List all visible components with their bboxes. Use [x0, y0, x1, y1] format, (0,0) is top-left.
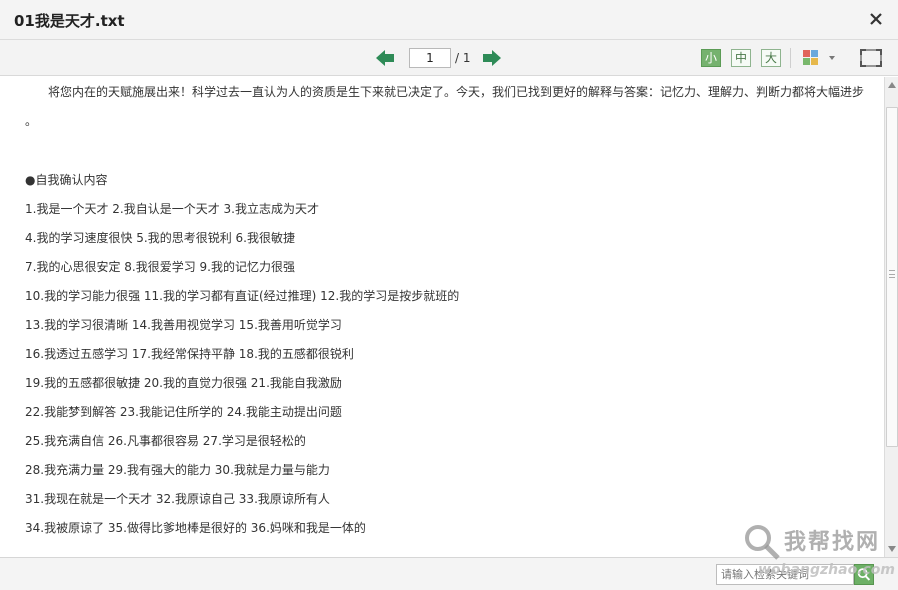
text-line: 16.我透过五感学习 17.我经常保持平静 18.我的五感都很锐利: [25, 347, 354, 361]
page-number-input[interactable]: [409, 48, 451, 68]
grip-icon: [889, 270, 895, 278]
text-line: 34.我被原谅了 35.做得比爹地棒是很好的 36.妈咪和我是一体的: [25, 521, 366, 535]
page-total: / 1: [455, 51, 471, 65]
text-line: 4.我的学习速度很快 5.我的思考很锐利 6.我很敏捷: [25, 231, 295, 245]
intro-line-1: 将您内在的天赋施展出来！科学过去一直认为人的资质是生下来就已决定了。今天，我们已…: [48, 85, 865, 99]
document-content: 将您内在的天赋施展出来！科学过去一直认为人的资质是生下来就已决定了。今天，我们已…: [0, 77, 884, 557]
font-size-small-button[interactable]: 小: [701, 49, 721, 67]
intro-line-2: 。: [25, 114, 38, 128]
search-icon[interactable]: [854, 564, 874, 585]
vertical-scrollbar[interactable]: [884, 77, 898, 557]
text-line: 7.我的心思很安定 8.我很爱学习 9.我的记忆力很强: [25, 260, 295, 274]
text-line: 1.我是一个天才 2.我自认是一个天才 3.我立志成为天才: [25, 202, 319, 216]
title-bar: 01我是天才.txt: [0, 0, 898, 40]
font-size-large-button[interactable]: 大: [761, 49, 781, 67]
color-grid-icon[interactable]: [801, 49, 841, 67]
toolbar: / 1 小 中 大: [0, 40, 898, 76]
text-line: 10.我的学习能力很强 11.我的学习都有直证(经过推理) 12.我的学习是按步…: [25, 289, 460, 303]
font-size-medium-button[interactable]: 中: [731, 49, 751, 67]
document-title: 01我是天才.txt: [14, 12, 125, 30]
scroll-down-icon[interactable]: [887, 544, 897, 554]
arrow-right-icon[interactable]: [483, 50, 501, 66]
text-line: 13.我的学习很清晰 14.我善用视觉学习 15.我善用听觉学习: [25, 318, 342, 332]
bottom-bar: [0, 557, 898, 590]
text-line: 28.我充满力量 29.我有强大的能力 30.我就是力量与能力: [25, 463, 330, 477]
fullscreen-icon[interactable]: [859, 48, 883, 68]
close-icon[interactable]: [866, 9, 886, 29]
arrow-left-icon[interactable]: [376, 50, 394, 66]
text-line: 22.我能梦到解答 23.我能记住所学的 24.我能主动提出问题: [25, 405, 342, 419]
text-line: 31.我现在就是一个天才 32.我原谅自己 33.我原谅所有人: [25, 492, 330, 506]
text-line: 19.我的五感都很敏捷 20.我的直觉力很强 21.我能自我激励: [25, 376, 342, 390]
text-line: 25.我充满自信 26.凡事都很容易 27.学习是很轻松的: [25, 434, 306, 448]
scroll-thumb[interactable]: [886, 107, 898, 447]
scroll-up-icon[interactable]: [887, 80, 897, 90]
toolbar-divider: [790, 48, 791, 68]
section-heading: ●自我确认内容: [25, 173, 108, 187]
search-input[interactable]: [716, 564, 854, 585]
